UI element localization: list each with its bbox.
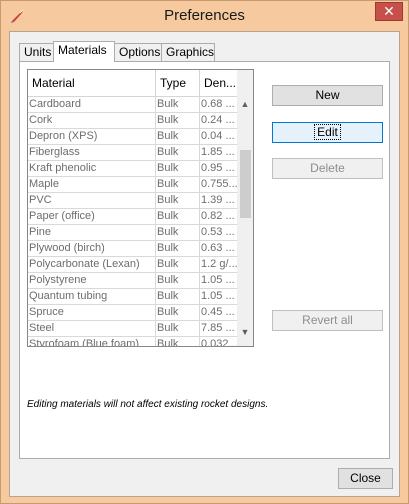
type-cell: Bulk: [156, 257, 200, 272]
material-cell: Maple: [28, 177, 156, 192]
material-cell: Fiberglass: [28, 145, 156, 160]
materials-panel: Material Type Den... Cardboard Bulk 0.68 .…: [19, 61, 390, 459]
table-row[interactable]: Polystyrene Bulk 1.05 ...: [28, 273, 245, 289]
type-cell: Bulk: [156, 305, 200, 320]
material-cell: Paper (office): [28, 209, 156, 224]
materials-note: Editing materials will not affect existi…: [27, 399, 269, 410]
dialog-body: Units Materials Options Graphics Materia…: [9, 31, 400, 497]
type-cell: Bulk: [156, 225, 200, 240]
type-cell: Bulk: [156, 161, 200, 176]
table-row[interactable]: Depron (XPS) Bulk 0.04 ...: [28, 129, 245, 145]
title-bar[interactable]: Preferences ✕: [1, 1, 408, 31]
table-row[interactable]: Maple Bulk 0.755...: [28, 177, 245, 193]
column-header-type[interactable]: Type: [156, 70, 200, 96]
table-row[interactable]: Kraft phenolic Bulk 0.95 ...: [28, 161, 245, 177]
scroll-down-icon[interactable]: ▼: [237, 324, 253, 340]
material-cell: PVC: [28, 193, 156, 208]
type-cell: Bulk: [156, 241, 200, 256]
column-header-material[interactable]: Material: [28, 70, 156, 96]
table-row[interactable]: Plywood (birch) Bulk 0.63 ...: [28, 241, 245, 257]
type-cell: Bulk: [156, 177, 200, 192]
material-cell: Polycarbonate (Lexan): [28, 257, 156, 272]
material-cell: Polystyrene: [28, 273, 156, 288]
material-cell: Styrofoam (Blue foam): [28, 337, 156, 346]
scroll-up-icon[interactable]: ▲: [237, 96, 253, 112]
table-row[interactable]: Quantum tubing Bulk 1.05 ...: [28, 289, 245, 305]
close-button[interactable]: Close: [338, 468, 393, 489]
tab-materials[interactable]: Materials: [53, 41, 115, 62]
type-cell: Bulk: [156, 209, 200, 224]
edit-button-label: Edit: [314, 124, 341, 140]
tab-graphics[interactable]: Graphics: [161, 43, 215, 61]
table-body: Cardboard Bulk 0.68 ... Cork Bulk 0.24 ... Dep…: [28, 97, 245, 346]
material-cell: Spruce: [28, 305, 156, 320]
table-row[interactable]: Spruce Bulk 0.45 ...: [28, 305, 245, 321]
type-cell: Bulk: [156, 193, 200, 208]
table-row[interactable]: PVC Bulk 1.39 ...: [28, 193, 245, 209]
type-cell: Bulk: [156, 289, 200, 304]
table-scrollbar[interactable]: ▲ ▼: [237, 70, 253, 346]
material-cell: Depron (XPS): [28, 129, 156, 144]
table-row[interactable]: Cardboard Bulk 0.68 ...: [28, 97, 245, 113]
revert-all-button[interactable]: Revert all: [272, 310, 383, 331]
table-row[interactable]: Paper (office) Bulk 0.82 ...: [28, 209, 245, 225]
table-row[interactable]: Cork Bulk 0.24 ...: [28, 113, 245, 129]
material-cell: Steel: [28, 321, 156, 336]
table-row[interactable]: Styrofoam (Blue foam) Bulk 0.032...: [28, 337, 245, 346]
edit-button[interactable]: Edit: [272, 122, 383, 143]
material-cell: Cork: [28, 113, 156, 128]
material-cell: Plywood (birch): [28, 241, 156, 256]
material-cell: Quantum tubing: [28, 289, 156, 304]
material-cell: Cardboard: [28, 97, 156, 112]
table-row[interactable]: Fiberglass Bulk 1.85 ...: [28, 145, 245, 161]
window-close-button[interactable]: ✕: [375, 2, 403, 21]
table-row[interactable]: Steel Bulk 7.85 ...: [28, 321, 245, 337]
tab-options[interactable]: Options: [114, 43, 162, 61]
delete-button[interactable]: Delete: [272, 158, 383, 179]
material-cell: Kraft phenolic: [28, 161, 156, 176]
materials-table[interactable]: Material Type Den... Cardboard Bulk 0.68 .…: [27, 69, 254, 347]
new-button[interactable]: New: [272, 85, 383, 106]
preferences-window: Preferences ✕ Units Materials Options Gr…: [0, 0, 409, 504]
type-cell: Bulk: [156, 321, 200, 336]
type-cell: Bulk: [156, 129, 200, 144]
tab-units[interactable]: Units: [19, 43, 54, 61]
type-cell: Bulk: [156, 113, 200, 128]
material-cell: Pine: [28, 225, 156, 240]
table-row[interactable]: Polycarbonate (Lexan) Bulk 1.2 g/...: [28, 257, 245, 273]
type-cell: Bulk: [156, 97, 200, 112]
type-cell: Bulk: [156, 145, 200, 160]
type-cell: Bulk: [156, 337, 200, 346]
type-cell: Bulk: [156, 273, 200, 288]
scrollbar-thumb[interactable]: [240, 150, 251, 218]
table-row[interactable]: Pine Bulk 0.53 ...: [28, 225, 245, 241]
window-title: Preferences: [164, 7, 245, 24]
table-header: Material Type Den...: [28, 70, 245, 97]
